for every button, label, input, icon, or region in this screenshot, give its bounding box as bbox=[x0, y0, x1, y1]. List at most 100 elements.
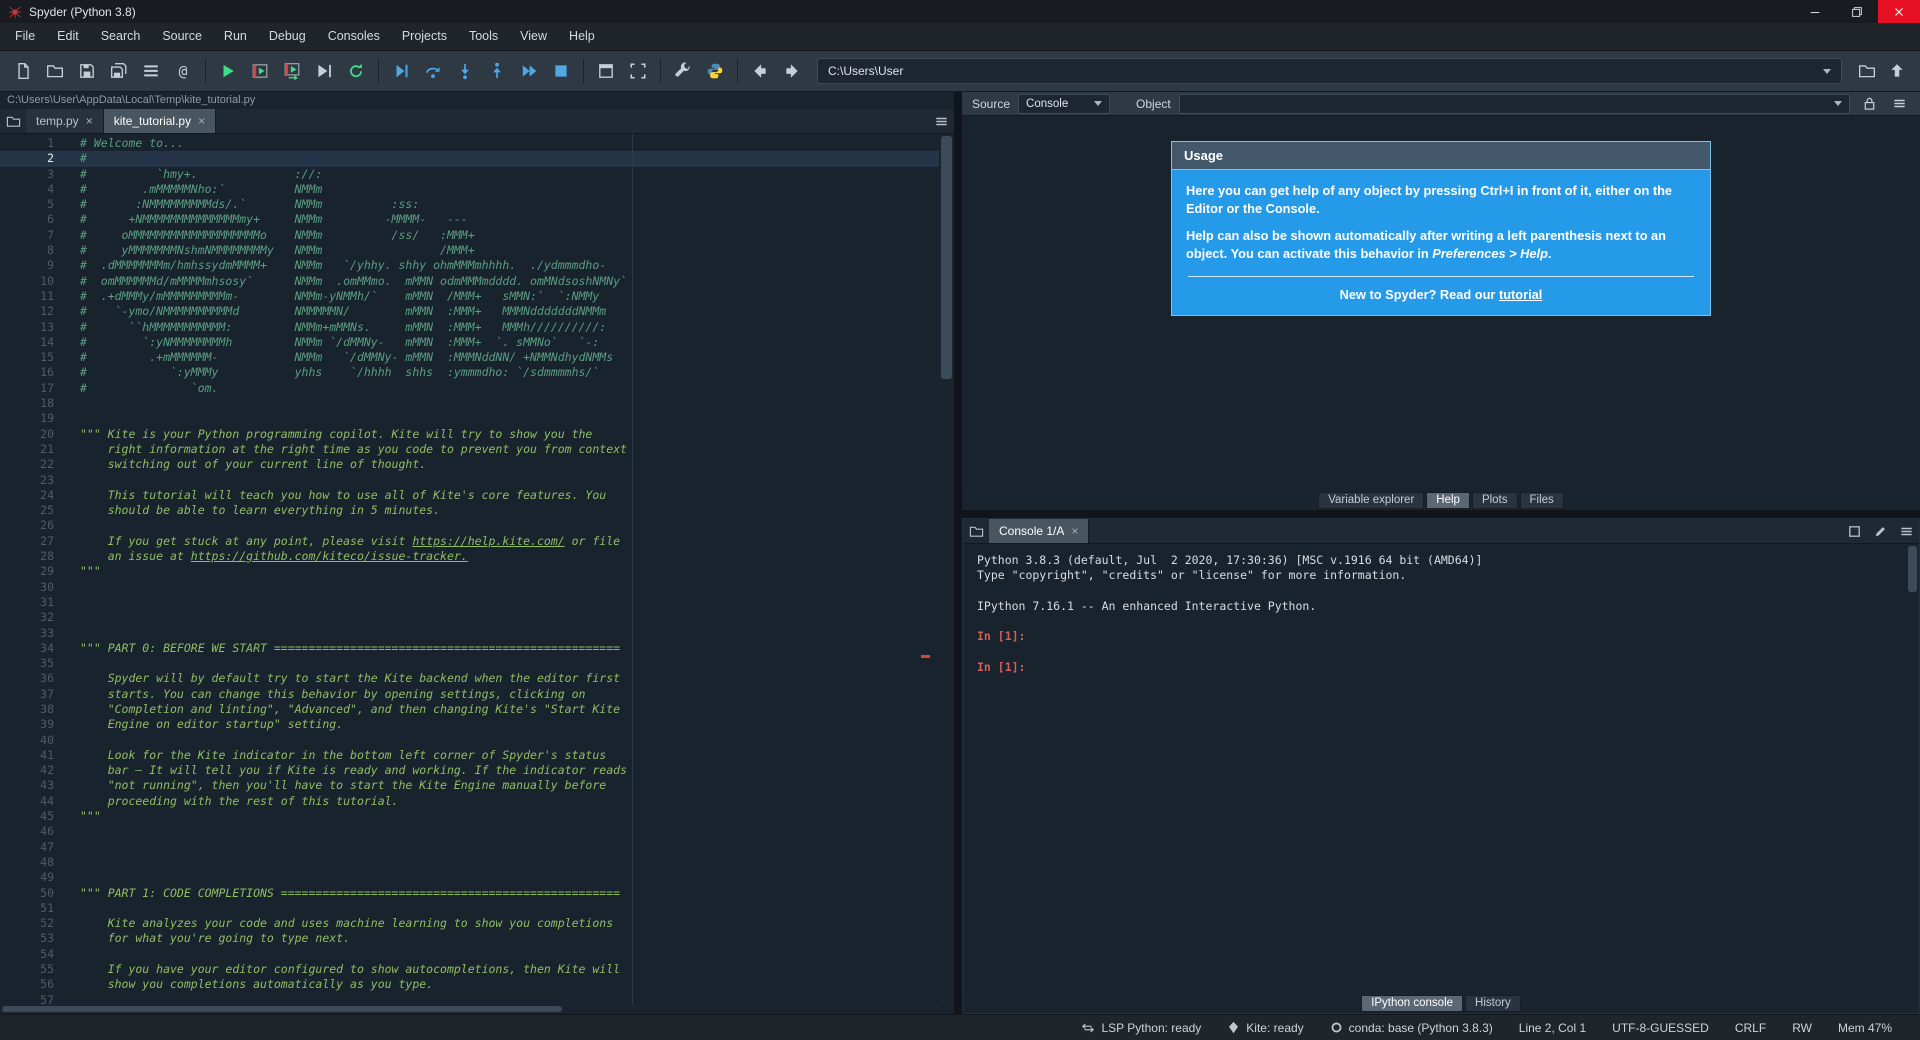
back-button[interactable] bbox=[745, 56, 775, 86]
line-number[interactable]: 23 bbox=[0, 473, 54, 488]
source-combobox[interactable]: Console bbox=[1018, 94, 1110, 114]
line-number[interactable]: 22 bbox=[0, 457, 54, 472]
menu-run[interactable]: Run bbox=[213, 23, 258, 50]
code-line[interactable]: 33 bbox=[0, 626, 939, 641]
code-line[interactable]: 22 switching out of your current line of… bbox=[0, 457, 939, 472]
line-number[interactable]: 35 bbox=[0, 656, 54, 671]
code-line[interactable]: 2# bbox=[0, 151, 939, 166]
tab-close-icon[interactable]: × bbox=[86, 114, 93, 128]
code-line[interactable]: 11# .+dMMMy/mMMMMMMMMMm- NMMm-yNMMh/` mM… bbox=[0, 289, 939, 304]
code-line[interactable]: 37 starts. You can change this behavior … bbox=[0, 687, 939, 702]
minimize-button[interactable] bbox=[1794, 0, 1836, 23]
inspect-button[interactable] bbox=[1867, 519, 1893, 543]
lock-icon[interactable] bbox=[1858, 93, 1880, 115]
pane-tab-variable-explorer[interactable]: Variable explorer bbox=[1318, 492, 1424, 509]
menu-debug[interactable]: Debug bbox=[258, 23, 317, 50]
console-vertical-scrollbar[interactable] bbox=[1906, 544, 1919, 993]
code-line[interactable]: 26 bbox=[0, 518, 939, 533]
pane-tab-plots[interactable]: Plots bbox=[1472, 492, 1518, 509]
code-line[interactable]: 27 If you get stuck at any point, please… bbox=[0, 534, 939, 549]
step-over-button[interactable] bbox=[418, 56, 448, 86]
line-number[interactable]: 33 bbox=[0, 626, 54, 641]
close-button[interactable] bbox=[1878, 0, 1920, 23]
line-number[interactable]: 43 bbox=[0, 778, 54, 793]
line-number[interactable]: 47 bbox=[0, 840, 54, 855]
help-options-menu-button[interactable] bbox=[1888, 93, 1910, 115]
line-number[interactable]: 10 bbox=[0, 274, 54, 289]
open-file-button[interactable] bbox=[40, 56, 70, 86]
scrollbar-thumb[interactable] bbox=[1908, 546, 1917, 592]
file-switcher-button[interactable] bbox=[136, 56, 166, 86]
line-number[interactable]: 11 bbox=[0, 289, 54, 304]
maximize-pane-button[interactable] bbox=[591, 56, 621, 86]
save-all-button[interactable] bbox=[104, 56, 134, 86]
continue-button[interactable] bbox=[514, 56, 544, 86]
code-line[interactable]: 4# .mMMMMMNho:` NMMm bbox=[0, 182, 939, 197]
code-line[interactable]: 17# `om. bbox=[0, 381, 939, 396]
menu-consoles[interactable]: Consoles bbox=[317, 23, 391, 50]
code-line[interactable]: 25 should be able to learn everything in… bbox=[0, 503, 939, 518]
line-number[interactable]: 5 bbox=[0, 197, 54, 212]
forward-button[interactable] bbox=[777, 56, 807, 86]
pane-tab-ipython-console[interactable]: IPython console bbox=[1361, 995, 1463, 1012]
code-line[interactable]: 50""" PART 1: CODE COMPLETIONS =========… bbox=[0, 886, 939, 901]
code-line[interactable]: 45""" bbox=[0, 809, 939, 824]
line-number[interactable]: 14 bbox=[0, 335, 54, 350]
editor-tab[interactable]: temp.py× bbox=[26, 109, 104, 133]
menu-file[interactable]: File bbox=[4, 23, 46, 50]
code-line[interactable]: 39 Engine on editor startup" setting. bbox=[0, 717, 939, 732]
line-number[interactable]: 12 bbox=[0, 304, 54, 319]
line-number[interactable]: 19 bbox=[0, 411, 54, 426]
line-number[interactable]: 57 bbox=[0, 993, 54, 1004]
code-line[interactable]: 3# `hmy+. ://: bbox=[0, 167, 939, 182]
line-number[interactable]: 29 bbox=[0, 564, 54, 579]
interrupt-kernel-button[interactable] bbox=[1841, 519, 1867, 543]
pane-tab-help[interactable]: Help bbox=[1426, 492, 1470, 509]
line-number[interactable]: 56 bbox=[0, 977, 54, 992]
line-number[interactable]: 42 bbox=[0, 763, 54, 778]
code-line[interactable]: 34""" PART 0: BEFORE WE START ==========… bbox=[0, 641, 939, 656]
line-number[interactable]: 28 bbox=[0, 549, 54, 564]
code-line[interactable]: 30 bbox=[0, 580, 939, 595]
code-line[interactable]: 6# +NMMMMMMMMMMMMMMmy+ NMMm -MMMM- --- bbox=[0, 212, 939, 227]
scrollbar-thumb[interactable] bbox=[941, 136, 952, 379]
line-number[interactable]: 51 bbox=[0, 901, 54, 916]
working-directory-combobox[interactable]: C:\Users\User bbox=[817, 58, 1842, 84]
code-editor[interactable]: 1# Welcome to...2#3# `hmy+. ://:4# .mMMM… bbox=[0, 134, 954, 1014]
line-number[interactable]: 38 bbox=[0, 702, 54, 717]
line-number[interactable]: 8 bbox=[0, 243, 54, 258]
line-number[interactable]: 36 bbox=[0, 671, 54, 686]
code-line[interactable]: 12# `-ymo/NMMMMMMMMMMd NMMMMMN/ mMMN :MM… bbox=[0, 304, 939, 319]
menu-tools[interactable]: Tools bbox=[458, 23, 509, 50]
run-cell-advance-button[interactable] bbox=[277, 56, 307, 86]
code-line[interactable]: 20""" Kite is your Python programming co… bbox=[0, 427, 939, 442]
vertical-splitter[interactable] bbox=[954, 92, 962, 1014]
run-file-button[interactable] bbox=[213, 56, 243, 86]
code-line[interactable]: 54 bbox=[0, 947, 939, 962]
code-line[interactable]: 41 Look for the Kite indicator in the bo… bbox=[0, 748, 939, 763]
line-number[interactable]: 45 bbox=[0, 809, 54, 824]
line-number[interactable]: 24 bbox=[0, 488, 54, 503]
editor-tab[interactable]: kite_tutorial.py× bbox=[104, 109, 216, 133]
line-number[interactable]: 13 bbox=[0, 320, 54, 335]
code-line[interactable]: 10# omMMMMMMd/mMMMMmhsosy` NMMm .omMMmo.… bbox=[0, 274, 939, 289]
line-number[interactable]: 17 bbox=[0, 381, 54, 396]
line-number[interactable]: 39 bbox=[0, 717, 54, 732]
code-line[interactable]: 23 bbox=[0, 473, 939, 488]
pane-tab-files[interactable]: Files bbox=[1520, 492, 1564, 509]
line-number[interactable]: 50 bbox=[0, 886, 54, 901]
line-number[interactable]: 16 bbox=[0, 365, 54, 380]
code-line[interactable]: 51 bbox=[0, 901, 939, 916]
line-number[interactable]: 46 bbox=[0, 824, 54, 839]
code-line[interactable]: 46 bbox=[0, 824, 939, 839]
code-line[interactable]: 1# Welcome to... bbox=[0, 136, 939, 151]
code-line[interactable]: 35 bbox=[0, 656, 939, 671]
console-options-menu-button[interactable] bbox=[1893, 519, 1919, 543]
code-line[interactable]: 42 bar — It will tell you if Kite is rea… bbox=[0, 763, 939, 778]
stop-button[interactable] bbox=[546, 56, 576, 86]
scrollbar-thumb[interactable] bbox=[2, 1006, 562, 1012]
line-number[interactable]: 32 bbox=[0, 610, 54, 625]
code-line[interactable]: 32 bbox=[0, 610, 939, 625]
ipython-console[interactable]: Python 3.8.3 (default, Jul 2 2020, 17:30… bbox=[963, 544, 1919, 993]
menu-projects[interactable]: Projects bbox=[391, 23, 458, 50]
